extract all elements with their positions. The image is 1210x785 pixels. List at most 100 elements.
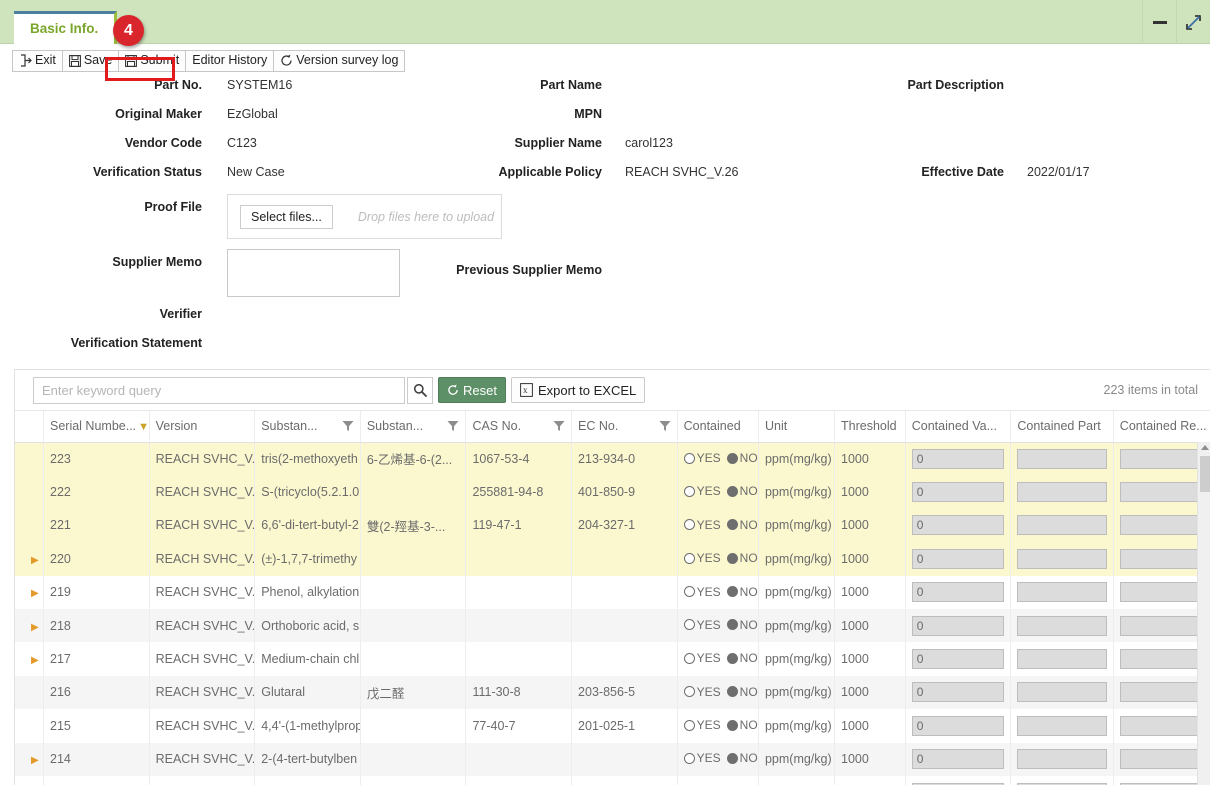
table-row[interactable]: 221REACH SVHC_V.266,6'-di-tert-butyl-2雙(… bbox=[15, 509, 1210, 542]
contained-value-input[interactable] bbox=[912, 515, 1005, 535]
contained-part-input[interactable] bbox=[1017, 582, 1106, 602]
contained-radio-group[interactable]: YESNO bbox=[684, 451, 758, 465]
contained-yes-radio[interactable] bbox=[684, 519, 695, 530]
cell-contained-remark[interactable] bbox=[1113, 475, 1210, 508]
expand-row-icon[interactable]: ▶ bbox=[21, 755, 39, 766]
cell-contained[interactable]: YESNO bbox=[677, 609, 758, 642]
contained-value-input[interactable] bbox=[912, 549, 1005, 569]
contained-radio-group[interactable]: YESNO bbox=[684, 518, 758, 532]
contained-remark-input[interactable] bbox=[1120, 482, 1204, 502]
contained-radio-group[interactable]: YESNO bbox=[684, 618, 758, 632]
col-contained-remark[interactable]: Contained Re... bbox=[1113, 411, 1210, 442]
col-ec-no[interactable]: EC No. bbox=[572, 411, 678, 442]
editor-history-button[interactable]: Editor History bbox=[185, 50, 274, 72]
row-expander[interactable]: ▶ bbox=[15, 576, 44, 609]
contained-remark-input[interactable] bbox=[1120, 682, 1204, 702]
contained-yes-radio[interactable] bbox=[684, 553, 695, 564]
cell-contained[interactable]: YESNO bbox=[677, 576, 758, 609]
contained-no-radio[interactable] bbox=[727, 653, 738, 664]
expand-row-icon[interactable]: ▶ bbox=[21, 555, 39, 566]
col-threshold[interactable]: Threshold bbox=[835, 411, 906, 442]
col-unit[interactable]: Unit bbox=[758, 411, 834, 442]
contained-remark-input[interactable] bbox=[1120, 616, 1204, 636]
table-row[interactable]: 216REACH SVHC_V.25Glutaral戊二醛111-30-8203… bbox=[15, 676, 1210, 709]
col-contained[interactable]: Contained bbox=[677, 411, 758, 442]
cell-contained[interactable]: YESNO bbox=[677, 676, 758, 709]
save-button[interactable]: Save bbox=[62, 50, 120, 72]
col-cas-no[interactable]: CAS No. bbox=[466, 411, 572, 442]
contained-value-input[interactable] bbox=[912, 582, 1005, 602]
contained-remark-input[interactable] bbox=[1120, 749, 1204, 769]
cell-contained-value[interactable] bbox=[905, 442, 1011, 475]
table-row[interactable]: ▶214REACH SVHC_V.252-(4-tert-butylbenYES… bbox=[15, 743, 1210, 776]
contained-no-radio[interactable] bbox=[727, 753, 738, 764]
contained-remark-input[interactable] bbox=[1120, 549, 1204, 569]
contained-value-input[interactable] bbox=[912, 749, 1005, 769]
cell-contained-part[interactable] bbox=[1011, 475, 1113, 508]
row-expander[interactable]: ▶ bbox=[15, 542, 44, 575]
table-row[interactable]: 223REACH SVHC_V.26tris(2-methoxyeth6-乙烯基… bbox=[15, 442, 1210, 475]
scroll-up-icon[interactable] bbox=[1201, 445, 1209, 450]
contained-value-input[interactable] bbox=[912, 682, 1005, 702]
contained-radio-group[interactable]: YESNO bbox=[684, 585, 758, 599]
col-substance-zh[interactable]: Substan... bbox=[360, 411, 466, 442]
table-row[interactable]: ▶217REACH SVHC_V.25Medium-chain chlYESNO… bbox=[15, 642, 1210, 675]
table-row[interactable]: 213REACH SVHC_V.25YESNOppm(mg/kg)1000 bbox=[15, 776, 1210, 785]
filter-icon[interactable] bbox=[447, 420, 459, 432]
cell-contained-part[interactable] bbox=[1011, 676, 1113, 709]
table-row[interactable]: ▶218REACH SVHC_V.25Orthoboric acid, sYES… bbox=[15, 609, 1210, 642]
cell-contained[interactable]: YESNO bbox=[677, 776, 758, 785]
contained-no-radio[interactable] bbox=[727, 519, 738, 530]
contained-radio-group[interactable]: YESNO bbox=[684, 751, 758, 765]
table-row[interactable]: ▶220REACH SVHC_V.26(±)-1,7,7-trimethyYES… bbox=[15, 542, 1210, 575]
table-row[interactable]: 222REACH SVHC_V.26S-(tricyclo(5.2.1.0255… bbox=[15, 475, 1210, 508]
exit-button[interactable]: Exit bbox=[12, 50, 63, 72]
filter-icon[interactable] bbox=[342, 420, 354, 432]
expand-row-icon[interactable]: ▶ bbox=[21, 655, 39, 666]
contained-yes-radio[interactable] bbox=[684, 586, 695, 597]
contained-part-input[interactable] bbox=[1017, 482, 1106, 502]
cell-contained-value[interactable] bbox=[905, 743, 1011, 776]
col-substance-en[interactable]: Substan... bbox=[255, 411, 361, 442]
proof-file-dropzone[interactable]: Select files... Drop files here to uploa… bbox=[227, 194, 502, 239]
contained-value-input[interactable] bbox=[912, 482, 1005, 502]
contained-part-input[interactable] bbox=[1017, 616, 1106, 636]
cell-contained-remark[interactable] bbox=[1113, 576, 1210, 609]
contained-part-input[interactable] bbox=[1017, 716, 1106, 736]
contained-remark-input[interactable] bbox=[1120, 649, 1204, 669]
contained-radio-group[interactable]: YESNO bbox=[684, 551, 758, 565]
contained-yes-radio[interactable] bbox=[684, 686, 695, 697]
search-input[interactable] bbox=[33, 377, 405, 404]
contained-no-radio[interactable] bbox=[727, 586, 738, 597]
cell-contained[interactable]: YESNO bbox=[677, 542, 758, 575]
cell-contained-remark[interactable] bbox=[1113, 509, 1210, 542]
contained-value-input[interactable] bbox=[912, 616, 1005, 636]
contained-value-input[interactable] bbox=[912, 716, 1005, 736]
cell-contained[interactable]: YESNO bbox=[677, 442, 758, 475]
filter-icon[interactable] bbox=[659, 420, 671, 432]
expand-row-icon[interactable]: ▶ bbox=[21, 588, 39, 599]
contained-remark-input[interactable] bbox=[1120, 582, 1204, 602]
contained-no-radio[interactable] bbox=[727, 486, 738, 497]
tab-basic-info[interactable]: Basic Info. bbox=[14, 11, 117, 44]
cell-contained-value[interactable] bbox=[905, 609, 1011, 642]
cell-contained-value[interactable] bbox=[905, 709, 1011, 742]
expand-row-icon[interactable]: ▶ bbox=[21, 622, 39, 633]
cell-contained-value[interactable] bbox=[905, 642, 1011, 675]
cell-contained-value[interactable] bbox=[905, 776, 1011, 785]
cell-contained-part[interactable] bbox=[1011, 542, 1113, 575]
contained-part-input[interactable] bbox=[1017, 682, 1106, 702]
contained-yes-radio[interactable] bbox=[684, 619, 695, 630]
contained-value-input[interactable] bbox=[912, 449, 1005, 469]
cell-contained-value[interactable] bbox=[905, 509, 1011, 542]
cell-contained-part[interactable] bbox=[1011, 642, 1113, 675]
cell-contained-part[interactable] bbox=[1011, 609, 1113, 642]
contained-no-radio[interactable] bbox=[727, 720, 738, 731]
cell-contained-value[interactable] bbox=[905, 676, 1011, 709]
filter-icon[interactable] bbox=[553, 420, 565, 432]
cell-contained-remark[interactable] bbox=[1113, 542, 1210, 575]
contained-remark-input[interactable] bbox=[1120, 515, 1204, 535]
col-contained-value[interactable]: Contained Va... bbox=[905, 411, 1011, 442]
contained-no-radio[interactable] bbox=[727, 453, 738, 464]
search-button[interactable] bbox=[407, 377, 433, 404]
